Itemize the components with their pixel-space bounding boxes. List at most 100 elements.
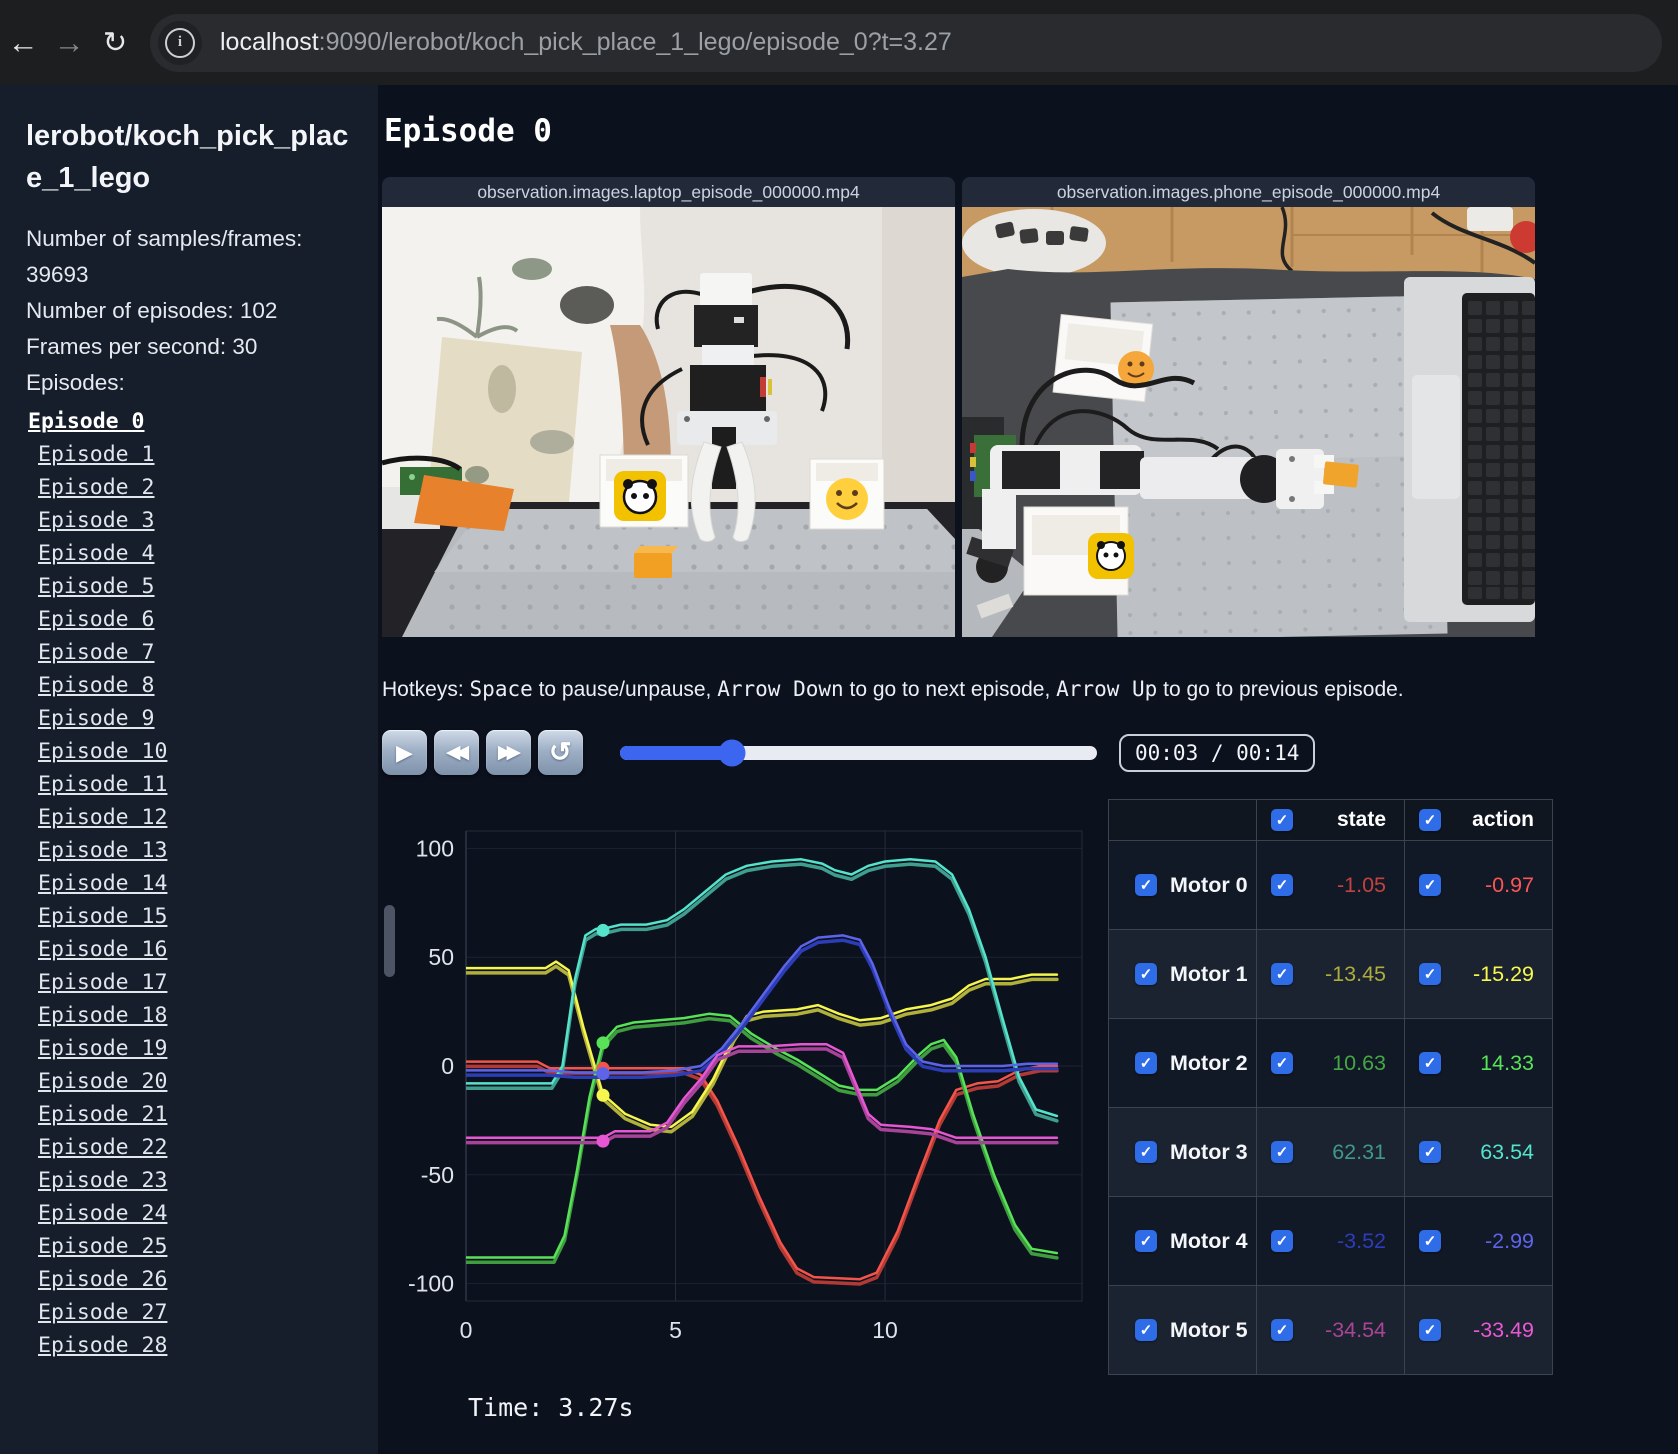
motor-row: ✓ Motor 2 ✓ 10.63 ✓ 14.33 [1108, 1018, 1553, 1108]
video-frame-laptop[interactable] [382, 207, 955, 637]
site-info-icon[interactable]: i [158, 20, 202, 65]
episode-list: Episode 0 Episode 1 Episode 2 Episode 3 Epis… [26, 405, 352, 1362]
rewind-icon: ◀◀ [445, 742, 469, 763]
sidebar-episode-link[interactable]: Episode 12 [26, 801, 352, 834]
motor-state-checkbox[interactable]: ✓ [1271, 1230, 1293, 1252]
motor-chart-canvas[interactable]: 100500-50-1000 5 10 [382, 799, 1094, 1374]
sidebar-episode-link[interactable]: Episode 22 [26, 1131, 352, 1164]
motor-label: Motor 0 [1170, 872, 1248, 897]
video-frame-phone[interactable] [962, 207, 1535, 637]
table-header-row: ✓ state ✓ action [1108, 799, 1553, 841]
motor-state-checkbox[interactable]: ✓ [1271, 963, 1293, 985]
motor-action-checkbox[interactable]: ✓ [1419, 1052, 1441, 1074]
motor-label: Motor 5 [1170, 1317, 1248, 1342]
state-column-checkbox[interactable]: ✓ [1271, 809, 1293, 831]
motor-checkbox[interactable]: ✓ [1135, 1141, 1157, 1163]
sidebar-episode-link[interactable]: Episode 16 [26, 933, 352, 966]
sidebar-episode-link[interactable]: Episode 11 [26, 768, 352, 801]
sidebar-episode-link[interactable]: Episode 26 [26, 1263, 352, 1296]
forward-icon[interactable]: → [46, 25, 92, 61]
reload-icon[interactable]: ↻ [92, 25, 138, 60]
seek-slider-thumb[interactable] [718, 739, 746, 766]
url-text[interactable]: localhost:9090/lerobot/koch_pick_place_1… [220, 28, 952, 57]
sidebar-episode-link[interactable]: Episode 9 [26, 702, 352, 735]
y-tick-label: -100 [408, 1271, 454, 1297]
sidebar-episode-link[interactable]: Episode 1 [26, 438, 352, 471]
current-time-marker [596, 1067, 610, 1081]
fast-forward-button[interactable]: ▶▶ [486, 730, 531, 775]
address-bar[interactable]: i localhost:9090/lerobot/koch_pick_place… [150, 13, 1662, 72]
hotkey-arrow-down: Arrow Down [717, 677, 844, 701]
sidebar-episode-link[interactable]: Episode 25 [26, 1230, 352, 1263]
play-button[interactable]: ▶ [382, 730, 427, 775]
sidebar-episode-link[interactable]: Episode 27 [26, 1296, 352, 1329]
rewind-button[interactable]: ◀◀ [434, 730, 479, 775]
chart-time-label: Time: 3.27s [468, 1393, 634, 1422]
motor-label: Motor 3 [1170, 1139, 1248, 1164]
sidebar-episode-link[interactable]: Episode 19 [26, 1032, 352, 1065]
motor-label: Motor 2 [1170, 1050, 1248, 1075]
browser-toolbar: ← → ↻ i localhost:9090/lerobot/koch_pick… [0, 0, 1678, 85]
scrollbar-thumb[interactable] [384, 905, 395, 977]
sidebar-episode-link[interactable]: Episode 14 [26, 867, 352, 900]
sidebar-episode-link[interactable]: Episode 20 [26, 1065, 352, 1098]
motor-state-checkbox[interactable]: ✓ [1271, 1141, 1293, 1163]
motor-action-checkbox[interactable]: ✓ [1419, 1230, 1441, 1252]
motor-state-value: 62.31 [1332, 1139, 1386, 1164]
y-tick-label: 100 [416, 835, 454, 861]
motor-action-checkbox[interactable]: ✓ [1419, 963, 1441, 985]
motor-row: ✓ Motor 1 ✓ -13.45 ✓ -15.29 [1108, 929, 1553, 1019]
hotkey-arrow-up: Arrow Up [1056, 677, 1158, 701]
sidebar-episode-link[interactable]: Episode 0 [26, 405, 352, 438]
motor-checkbox[interactable]: ✓ [1135, 874, 1157, 896]
current-time-marker [596, 1134, 610, 1148]
stat-episodes: Number of episodes: 102 [26, 298, 278, 324]
sidebar-episode-link[interactable]: Episode 7 [26, 636, 352, 669]
motor-state-value: -1.05 [1336, 872, 1386, 897]
motor-action-checkbox[interactable]: ✓ [1419, 1141, 1441, 1163]
action-column-checkbox[interactable]: ✓ [1419, 809, 1441, 831]
sidebar-episode-link[interactable]: Episode 6 [26, 603, 352, 636]
video-panel-phone: observation.images.phone_episode_000000.… [962, 177, 1535, 637]
motor-checkbox[interactable]: ✓ [1135, 963, 1157, 985]
sidebar-episode-link[interactable]: Episode 3 [26, 504, 352, 537]
x-tick-label: 0 [460, 1317, 473, 1343]
sidebar-episode-link[interactable]: Episode 10 [26, 735, 352, 768]
sidebar-episode-link[interactable]: Episode 28 [26, 1329, 352, 1362]
motor-action-checkbox[interactable]: ✓ [1419, 1319, 1441, 1341]
play-icon: ▶ [396, 739, 413, 765]
motor-checkbox[interactable]: ✓ [1135, 1052, 1157, 1074]
sidebar-episode-link[interactable]: Episode 5 [26, 570, 352, 603]
sidebar-episode-link[interactable]: Episode 13 [26, 834, 352, 867]
sidebar-episode-link[interactable]: Episode 8 [26, 669, 352, 702]
motor-row: ✓ Motor 3 ✓ 62.31 ✓ 63.54 [1108, 1107, 1553, 1197]
seek-slider[interactable] [620, 739, 1097, 766]
motor-action-checkbox[interactable]: ✓ [1419, 874, 1441, 896]
sidebar-episode-link[interactable]: Episode 24 [26, 1197, 352, 1230]
sidebar-episode-link[interactable]: Episode 4 [26, 537, 352, 570]
loop-button[interactable]: ↻ [538, 730, 583, 775]
episodes-heading: Episodes: [26, 370, 125, 396]
motor-state-checkbox[interactable]: ✓ [1271, 874, 1293, 896]
motor-checkbox[interactable]: ✓ [1135, 1319, 1157, 1341]
current-time-marker [596, 1088, 610, 1102]
motor-action-value: -0.97 [1484, 872, 1534, 897]
back-icon[interactable]: ← [0, 25, 46, 61]
motor-state-checkbox[interactable]: ✓ [1271, 1052, 1293, 1074]
state-column-label: state [1336, 808, 1386, 831]
dataset-title: lerobot/koch_pick_place_1_lego [26, 120, 349, 195]
motor-action-value: -33.49 [1473, 1317, 1534, 1342]
time-display: 00:03 / 00:14 [1119, 733, 1316, 772]
sidebar-episode-link[interactable]: Episode 21 [26, 1098, 352, 1131]
sidebar-episode-link[interactable]: Episode 18 [26, 999, 352, 1032]
y-tick-label: -50 [421, 1162, 454, 1188]
screen: ← → ↻ i localhost:9090/lerobot/koch_pick… [0, 0, 1678, 1454]
motor-state-checkbox[interactable]: ✓ [1271, 1319, 1293, 1341]
sidebar-episode-link[interactable]: Episode 15 [26, 900, 352, 933]
video-title-phone: observation.images.phone_episode_000000.… [962, 177, 1535, 207]
sidebar-episode-link[interactable]: Episode 17 [26, 966, 352, 999]
sidebar-episode-link[interactable]: Episode 23 [26, 1164, 352, 1197]
motor-checkbox[interactable]: ✓ [1135, 1230, 1157, 1252]
sidebar-episode-link[interactable]: Episode 2 [26, 471, 352, 504]
current-time-marker [596, 923, 610, 937]
